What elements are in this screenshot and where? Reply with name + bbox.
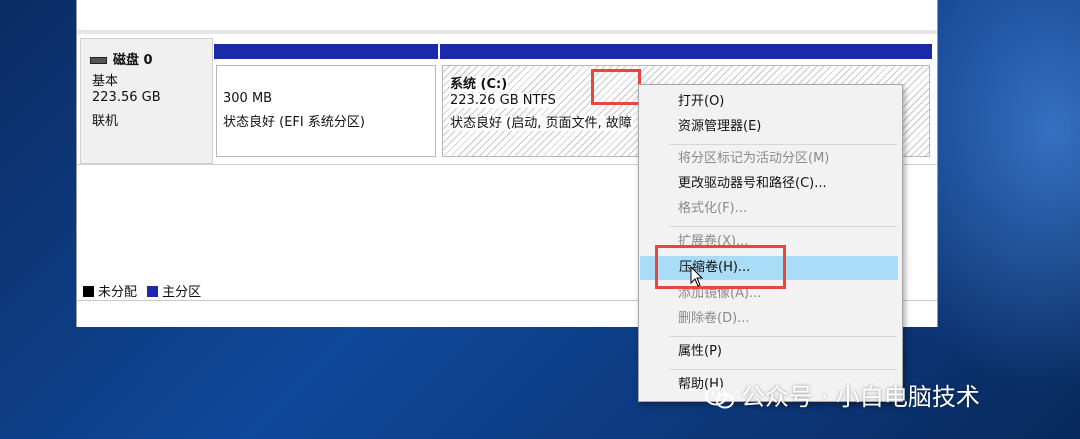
menu-separator xyxy=(669,144,897,145)
menu-item-explorer[interactable]: 资源管理器(E) xyxy=(639,115,902,139)
menu-item-open[interactable]: 打开(O) xyxy=(639,90,902,114)
legend: 未分配 主分区 xyxy=(83,281,201,300)
legend-primary: 主分区 xyxy=(162,285,202,300)
disk-name: 磁盘 0 xyxy=(113,53,153,68)
menu-separator xyxy=(669,369,897,370)
wechat-icon xyxy=(705,386,734,409)
annotation-box-shrink xyxy=(655,245,786,289)
partition-size: 223.26 GB NTFS xyxy=(449,93,557,108)
partition-header-bar xyxy=(440,44,932,59)
menu-item-delete-volume[interactable]: 删除卷(D)... xyxy=(639,307,902,331)
watermark-text: 公众号 · 小白电脑技术 xyxy=(741,383,980,411)
menu-item-format[interactable]: 格式化(F)... xyxy=(639,197,902,221)
annotation-box-partition xyxy=(591,69,641,105)
volume-list-pane[interactable] xyxy=(77,0,937,31)
legend-unallocated: 未分配 xyxy=(98,285,138,300)
disk-size: 223.56 GB xyxy=(92,90,161,105)
menu-item-change-drive-letter[interactable]: 更改驱动器号和路径(C)... xyxy=(639,172,902,196)
primary-swatch xyxy=(147,286,159,297)
disk-0-label[interactable]: 磁盘 0 基本 223.56 GB 联机 xyxy=(80,38,213,164)
context-menu: 打开(O) 资源管理器(E) 将分区标记为活动分区(M) 更改驱动器号和路径(C… xyxy=(638,84,903,402)
disk-type: 基本 xyxy=(92,74,119,89)
partition-size: 300 MB xyxy=(223,91,273,106)
partition-status: 状态良好 (EFI 系统分区) xyxy=(223,115,365,130)
unallocated-swatch xyxy=(83,286,94,297)
menu-item-mark-active[interactable]: 将分区标记为活动分区(M) xyxy=(639,147,902,171)
partition-name: 系统 (C:) xyxy=(449,77,509,92)
partition-header-bar xyxy=(214,44,438,59)
partition-status: 状态良好 (启动, 页面文件, 故障 xyxy=(449,116,633,131)
partition-efi[interactable]: 300 MB 状态良好 (EFI 系统分区) xyxy=(214,44,438,160)
disk-icon xyxy=(90,57,107,64)
watermark: 公众号 · 小白电脑技术 xyxy=(705,377,980,417)
pane-splitter[interactable] xyxy=(77,30,937,34)
menu-separator xyxy=(669,336,897,337)
disk-status: 联机 xyxy=(92,114,119,129)
menu-separator xyxy=(669,226,897,227)
menu-item-properties[interactable]: 属性(P) xyxy=(639,340,902,364)
mouse-cursor-icon xyxy=(690,266,704,287)
